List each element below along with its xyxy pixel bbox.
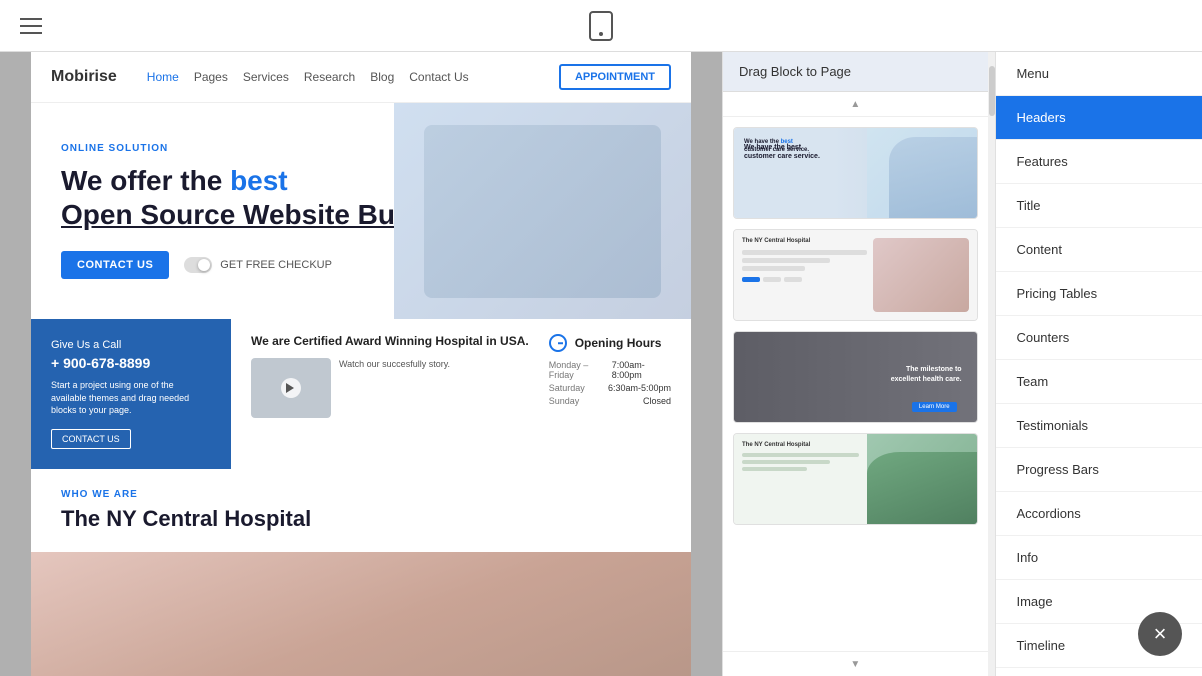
thumb3-btn: Learn More	[912, 402, 957, 412]
scroll-down-arrow[interactable]: ▼	[847, 656, 863, 672]
scroll-up-arrow[interactable]: ▲	[847, 96, 863, 112]
sidebar-item-progress-bars[interactable]: Progress Bars	[996, 448, 1202, 492]
nav-services[interactable]: Services	[243, 70, 289, 84]
phone-number: + 900-678-8899	[51, 355, 211, 371]
info-right: We are Certified Award Winning Hospital …	[231, 319, 691, 469]
info-left: Give Us a Call + 900-678-8899 Start a pr…	[31, 319, 231, 469]
thumb-image-3: The milestone toexcellent health care. L…	[734, 332, 977, 422]
website-preview: Mobirise Home Pages Services Research Bl…	[31, 52, 691, 676]
scrollbar-thumb	[989, 66, 995, 116]
thumbnail-card-4[interactable]: The NY Central Hospital	[733, 433, 978, 525]
info-hours: Opening Hours Monday – Friday 7:00am-8:0…	[549, 334, 671, 454]
info-section: Give Us a Call + 900-678-8899 Start a pr…	[31, 319, 691, 469]
sidebar-item-features[interactable]: Features	[996, 140, 1202, 184]
clock-icon	[549, 334, 567, 352]
main-area: Mobirise Home Pages Services Research Bl…	[0, 52, 1202, 676]
appointment-button[interactable]: APPOINTMENT	[559, 64, 671, 90]
who-title: The NY Central Hospital	[61, 506, 661, 532]
sidebar-item-team[interactable]: Team	[996, 360, 1202, 404]
nav-sidebar: Menu Headers Features Title Content Pric…	[995, 52, 1202, 676]
hero-image-placeholder	[424, 125, 662, 298]
scrollbar-track	[988, 52, 996, 676]
thumb2-hospital: The NY Central Hospital	[742, 238, 867, 244]
sidebar-item-accordions[interactable]: Accordions	[996, 492, 1202, 536]
thumbnail-card-2[interactable]: The NY Central Hospital	[733, 229, 978, 321]
portrait-section	[31, 552, 691, 676]
nav-research[interactable]: Research	[304, 70, 355, 84]
free-checkup-button[interactable]: GET FREE CHECKUP	[184, 257, 332, 273]
nav-blog[interactable]: Blog	[370, 70, 394, 84]
right-panel: Drag Block to Page ▲ We have the best cu…	[722, 52, 1202, 676]
site-logo: Mobirise	[51, 68, 117, 86]
thumb2-image	[873, 238, 968, 312]
thumbnails-panel: Drag Block to Page ▲ We have the best cu…	[722, 52, 988, 676]
info-desc: Start a project using one of the availab…	[51, 379, 211, 417]
hero-image	[394, 103, 691, 319]
hours-row-1: Monday – Friday 7:00am-8:00pm	[549, 360, 671, 380]
toggle-switch[interactable]	[184, 257, 212, 273]
sidebar-item-testimonials[interactable]: Testimonials	[996, 404, 1202, 448]
hours-row-2: Saturday 6:30am-5:00pm	[549, 383, 671, 393]
thumbnails-scroll[interactable]: We have the best customer care service. …	[723, 117, 988, 651]
info-contact-button[interactable]: CONTACT US	[51, 429, 131, 449]
sidebar-item-pricing-tables[interactable]: Pricing Tables	[996, 272, 1202, 316]
sidebar-item-info[interactable]: Info	[996, 536, 1202, 580]
site-nav: Mobirise Home Pages Services Research Bl…	[31, 52, 691, 103]
play-button[interactable]	[281, 378, 301, 398]
thumb-image-1: We have the best customer care service.	[734, 128, 977, 218]
certified-title: We are Certified Award Winning Hospital …	[251, 334, 529, 348]
info-text: We are Certified Award Winning Hospital …	[251, 334, 529, 454]
canvas-area: Mobirise Home Pages Services Research Bl…	[0, 52, 722, 676]
thumbnail-card-1[interactable]: We have the best customer care service.	[733, 127, 978, 219]
thumb1-text: We have the best customer care service.	[744, 138, 814, 155]
top-bar	[0, 0, 1202, 52]
thumb-image-4: The NY Central Hospital	[734, 434, 977, 524]
hours-title-label: Opening Hours	[575, 336, 662, 350]
hero-highlight: best	[230, 165, 288, 196]
contact-button[interactable]: CONTACT US	[61, 251, 169, 279]
nav-links: Home Pages Services Research Blog Contac…	[147, 70, 469, 84]
device-icon[interactable]	[589, 11, 613, 41]
thumb3-text: The milestone toexcellent health care.	[891, 365, 962, 385]
thumb-image-2: The NY Central Hospital	[734, 230, 977, 320]
nav-contact[interactable]: Contact Us	[409, 70, 468, 84]
call-label: Give Us a Call	[51, 339, 211, 351]
video-area: Watch our succesfully story.	[251, 358, 529, 418]
panel-header: Drag Block to Page	[723, 52, 988, 92]
close-fab-button[interactable]: ×	[1138, 612, 1182, 656]
sidebar-item-menu[interactable]: Menu	[996, 52, 1202, 96]
portrait-image	[31, 552, 691, 676]
sidebar-item-counters[interactable]: Counters	[996, 316, 1202, 360]
scroll-top-area: ▲	[723, 92, 988, 117]
thumb1-image	[867, 128, 976, 218]
nav-home[interactable]: Home	[147, 70, 179, 84]
hamburger-menu[interactable]	[20, 18, 42, 34]
video-text: Watch our succesfully story.	[339, 358, 450, 371]
nav-pages[interactable]: Pages	[194, 70, 228, 84]
thumbnail-card-3[interactable]: The milestone toexcellent health care. L…	[733, 331, 978, 423]
hours-row-3: Sunday Closed	[549, 396, 671, 406]
sidebar-item-title[interactable]: Title	[996, 184, 1202, 228]
who-label: WHO WE ARE	[61, 489, 661, 500]
scroll-bottom-area: ▼	[723, 651, 988, 676]
video-thumbnail[interactable]	[251, 358, 331, 418]
sidebar-item-content[interactable]: Content	[996, 228, 1202, 272]
sidebar-item-headers[interactable]: Headers	[996, 96, 1202, 140]
who-section: WHO WE ARE The NY Central Hospital	[31, 469, 691, 552]
hero-section: ONLINE SOLUTION We offer the best Open S…	[31, 103, 691, 319]
thumb4-image	[867, 434, 976, 524]
thumb4-hospital: The NY Central Hospital	[742, 442, 859, 448]
